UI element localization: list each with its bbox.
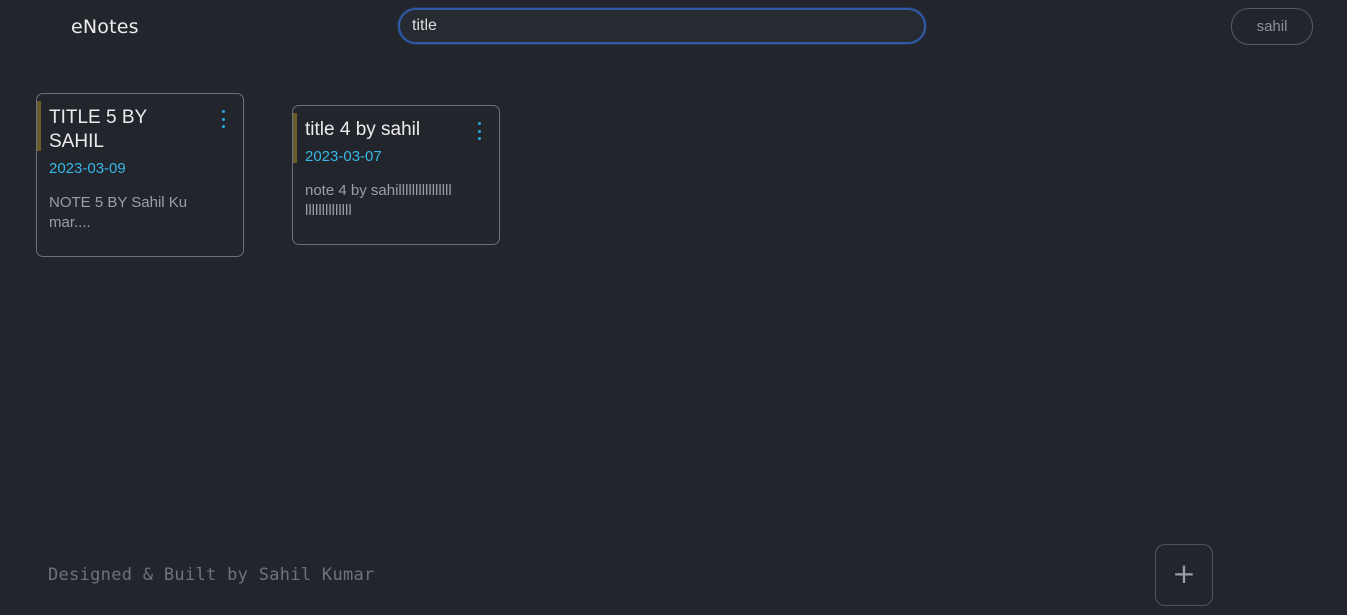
note-date: 2023-03-09: [49, 160, 126, 177]
note-title: TITLE 5 BY SAHIL: [49, 107, 147, 152]
more-options-icon[interactable]: [218, 110, 228, 128]
more-options-icon[interactable]: [474, 122, 484, 140]
note-preview: note 4 by sahillllllllllllllllllllllllll…: [305, 182, 452, 219]
add-note-button[interactable]: +: [1155, 544, 1213, 606]
note-card[interactable]: TITLE 5 BY SAHIL 2023-03-09 NOTE 5 BY Sa…: [36, 93, 244, 257]
note-card[interactable]: title 4 by sahil 2023-03-07 note 4 by sa…: [292, 105, 500, 245]
note-accent-bar: [293, 113, 297, 163]
user-button[interactable]: sahil: [1231, 8, 1313, 45]
app-root: eNotes sahil TITLE 5 BY SAHIL 2023-03-09…: [0, 0, 1347, 615]
note-title: title 4 by sahil: [305, 119, 421, 140]
note-date: 2023-03-07: [305, 148, 382, 165]
search-input[interactable]: [412, 10, 912, 42]
note-accent-bar: [37, 101, 41, 151]
app-logo[interactable]: eNotes: [71, 16, 139, 38]
footer-credit: Designed & Built by Sahil Kumar: [48, 565, 375, 585]
plus-icon: +: [1172, 557, 1196, 590]
note-preview: NOTE 5 BY Sahil Kumar....: [49, 194, 188, 231]
search-bar[interactable]: [398, 8, 926, 44]
